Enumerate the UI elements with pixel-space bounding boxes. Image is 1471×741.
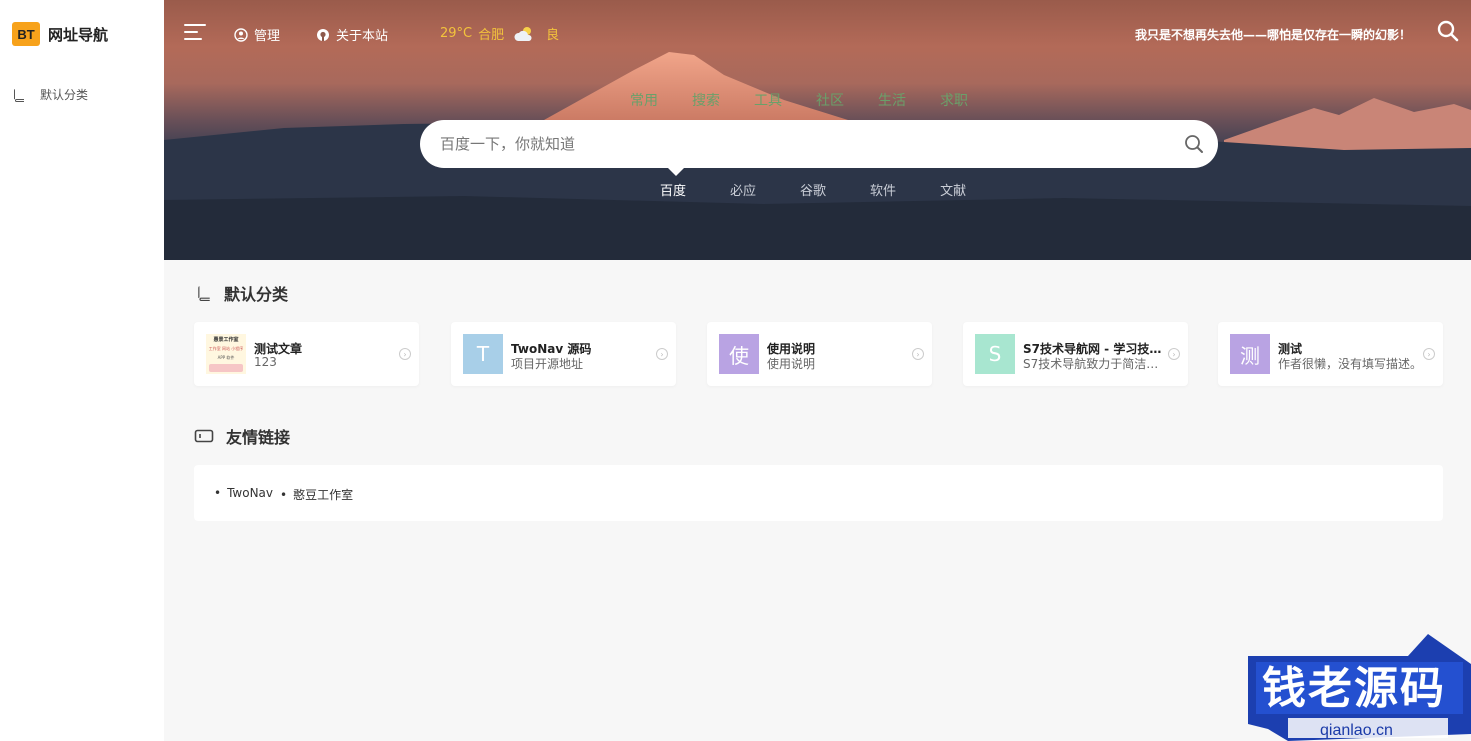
- section-title-label: 友情链接: [226, 428, 291, 447]
- top-bar: 管理 关于本站 29°C 合肥 良 我只是不想再失去他——哪怕是仅存在一瞬的幻影…: [164, 0, 1471, 66]
- card-thumbnail: S: [975, 334, 1015, 374]
- watermark-url: qianlao.cn: [1320, 722, 1393, 739]
- menu-toggle-button[interactable]: [184, 24, 206, 42]
- header-banner: 管理 关于本站 29°C 合肥 良 我只是不想再失去他——哪怕是仅存在一瞬的幻影…: [164, 0, 1471, 260]
- friend-link[interactable]: 憨豆工作室: [280, 486, 353, 503]
- card-description: 作者很懒，没有填写描述。: [1278, 357, 1423, 371]
- logo-text: 网址导航: [48, 25, 109, 44]
- ticket-icon: [194, 429, 214, 443]
- partly-cloudy-icon: [514, 26, 532, 41]
- engine-literature[interactable]: 文献: [940, 180, 966, 199]
- github-icon: [317, 28, 329, 41]
- detail-arrow-icon[interactable]: ›: [912, 348, 924, 360]
- nav-about-label: 关于本站: [336, 29, 389, 44]
- detail-arrow-icon[interactable]: ›: [1168, 348, 1180, 360]
- engine-bing[interactable]: 必应: [730, 180, 756, 199]
- tab-common[interactable]: 常用: [630, 90, 658, 110]
- friend-link[interactable]: TwoNav: [214, 486, 273, 500]
- weather-city: 合肥: [478, 28, 505, 43]
- search-icon[interactable]: [1437, 20, 1459, 42]
- tab-jobs[interactable]: 求职: [940, 90, 968, 110]
- site-card[interactable]: 惠景工作室 工作室 网站 小程序 APP 软件 测试文章 123 ›: [194, 322, 419, 386]
- nav-admin-link[interactable]: 管理: [234, 25, 280, 44]
- search-bar: [420, 120, 1218, 168]
- section-title-friend-links: 友情链接: [194, 424, 290, 448]
- card-thumbnail: T: [463, 334, 503, 374]
- engine-google[interactable]: 谷歌: [800, 180, 826, 199]
- tab-tools[interactable]: 工具: [754, 90, 782, 110]
- card-description: 项目开源地址: [511, 357, 584, 371]
- sidebar-item-default-category[interactable]: 默认分类: [12, 86, 88, 103]
- book-icon: [13, 88, 24, 102]
- card-thumbnail: 使: [719, 334, 759, 374]
- thumb-caption-3: APP 软件: [217, 355, 235, 361]
- site-motto: 我只是不想再失去他——哪怕是仅存在一瞬的幻影！: [1134, 28, 1411, 42]
- watermark-logo: 钱老源码 qianlao.cn: [1248, 634, 1471, 741]
- site-card[interactable]: 测 测试 作者很懒，没有填写描述。 ›: [1218, 322, 1443, 386]
- detail-arrow-icon[interactable]: ›: [399, 348, 411, 360]
- thumb-caption-1: 惠景工作室: [213, 336, 239, 343]
- search-engine-tabs: 百度 必应 谷歌 软件 文献: [660, 180, 1010, 199]
- nav-about-link[interactable]: 关于本站: [316, 25, 388, 44]
- tab-life[interactable]: 生活: [878, 90, 906, 110]
- engine-software[interactable]: 软件: [870, 180, 896, 199]
- weather-aqi: 良: [546, 28, 560, 43]
- detail-arrow-icon[interactable]: ›: [656, 348, 668, 360]
- search-input[interactable]: [440, 132, 1140, 156]
- sidebar-item-label: 默认分类: [40, 88, 89, 102]
- weather-widget[interactable]: 29°C 合肥 良: [440, 24, 559, 43]
- user-circle-icon: [234, 27, 248, 42]
- detail-arrow-icon[interactable]: ›: [1423, 348, 1435, 360]
- card-thumbnail-image: 惠景工作室 工作室 网站 小程序 APP 软件: [206, 334, 246, 374]
- search-category-tabs: 常用 搜索 工具 社区 生活 求职: [630, 90, 1002, 110]
- weather-temp: 29°C: [440, 26, 473, 41]
- active-engine-caret: [668, 168, 684, 176]
- card-description: 使用说明: [767, 357, 816, 371]
- watermark-text: 钱老源码: [1262, 663, 1446, 714]
- site-card[interactable]: 使 使用说明 使用说明 ›: [707, 322, 932, 386]
- site-card[interactable]: S S7技术导航网 - 学习技… S7技术导航致力于简洁高… ›: [963, 322, 1188, 386]
- nav-admin-label: 管理: [254, 29, 281, 44]
- logo-badge: BT: [12, 22, 40, 46]
- engine-baidu[interactable]: 百度: [660, 180, 686, 199]
- tab-search[interactable]: 搜索: [692, 90, 720, 110]
- thumb-caption-2: 工作室 网站 小程序: [208, 345, 244, 351]
- tab-community[interactable]: 社区: [816, 90, 844, 110]
- site-card[interactable]: T TwoNav 源码 项目开源地址 ›: [451, 322, 676, 386]
- search-submit-icon[interactable]: [1184, 134, 1204, 154]
- card-description: S7技术导航致力于简洁高…: [1023, 357, 1168, 371]
- section-title-default: 默认分类: [196, 281, 288, 305]
- card-thumbnail: 测: [1230, 334, 1270, 374]
- friend-links-box: TwoNav 憨豆工作室: [194, 465, 1443, 521]
- card-description: 123: [254, 355, 277, 369]
- site-logo[interactable]: BT 网址导航: [12, 22, 108, 46]
- section-title-label: 默认分类: [224, 285, 289, 304]
- book-icon: [198, 286, 210, 301]
- sidebar: BT 网址导航 默认分类: [0, 0, 164, 741]
